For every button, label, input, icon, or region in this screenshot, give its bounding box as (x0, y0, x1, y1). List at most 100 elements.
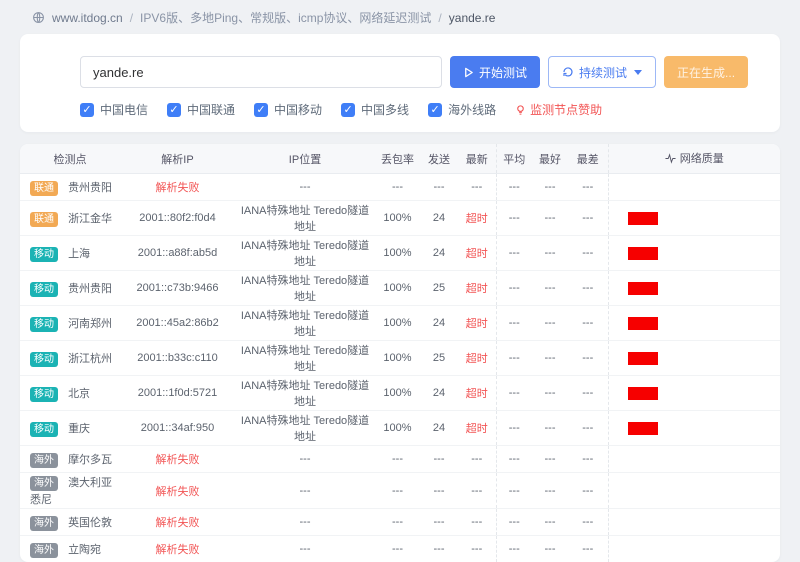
checkbox-checked-icon[interactable]: ✓ (341, 103, 355, 117)
filter-checkbox[interactable]: ✓ 中国电信 (80, 101, 148, 118)
packet-loss: 100% (375, 201, 420, 236)
carrier-badge: 移动 (30, 282, 58, 297)
packet-loss: --- (375, 509, 420, 536)
checkbox-checked-icon[interactable]: ✓ (167, 103, 181, 117)
avg-latency: --- (496, 446, 532, 473)
sent-count: --- (420, 174, 458, 201)
resolved-ip: 解析失败 (120, 473, 235, 509)
filter-checkbox[interactable]: ✓海外线路 (428, 101, 496, 118)
node-location: 立陶宛 (68, 544, 101, 556)
latest-latency: 超时 (458, 411, 496, 446)
avg-latency: --- (496, 411, 532, 446)
node-location: 浙江金华 (68, 213, 112, 225)
filter-label: 中国联通 (187, 101, 235, 118)
carrier-badge: 移动 (30, 352, 58, 367)
breadcrumb: www.itdog.cn / IPV6版、多地Ping、常规版、icmp协议、网… (0, 0, 800, 34)
breadcrumb-site[interactable]: www.itdog.cn (52, 11, 123, 25)
sent-count: --- (420, 473, 458, 509)
table-row: 海外 澳大利亚悉尼 解析失败 --- --- --- --- --- --- -… (20, 473, 780, 509)
sponsor-link[interactable]: 监测节点赞助 (515, 101, 602, 118)
filter-label: 中国电信 (100, 101, 148, 118)
activity-icon (665, 153, 676, 164)
col-header-resolved-ip: 解析IP (120, 144, 235, 174)
sent-count: 24 (420, 201, 458, 236)
carrier-badge: 移动 (30, 247, 58, 262)
network-quality-cell (608, 473, 780, 509)
resolved-ip: 解析失败 (120, 446, 235, 473)
worst-latency: --- (568, 509, 608, 536)
resolved-ip: 2001::34af:950 (120, 411, 235, 446)
quality-bar (628, 247, 658, 260)
node-location: 贵州贵阳 (68, 182, 112, 194)
avg-latency: --- (496, 236, 532, 271)
packet-loss: 100% (375, 341, 420, 376)
sent-count: --- (420, 536, 458, 562)
worst-latency: --- (568, 174, 608, 201)
carrier-badge: 海外 (30, 543, 58, 558)
packet-loss: --- (375, 536, 420, 562)
ip-location: IANA特殊地址 Teredo隧道地址 (235, 411, 375, 446)
col-header-latest: 最新 (458, 144, 496, 174)
breadcrumb-current: yande.re (449, 11, 496, 25)
node-location: 英国伦敦 (68, 517, 112, 529)
carrier-badge: 联通 (30, 212, 58, 227)
target-input[interactable] (80, 56, 442, 88)
avg-latency: --- (496, 473, 532, 509)
continuous-test-label: 持续测试 (579, 64, 627, 81)
latest-latency: --- (458, 473, 496, 509)
sent-count: 24 (420, 411, 458, 446)
packet-loss: --- (375, 174, 420, 201)
ip-location: --- (235, 473, 375, 509)
worst-latency: --- (568, 271, 608, 306)
quality-bar (628, 387, 658, 400)
checkbox-checked-icon[interactable]: ✓ (428, 103, 442, 117)
avg-latency: --- (496, 306, 532, 341)
continuous-test-button[interactable]: 持续测试 (548, 56, 656, 88)
avg-latency: --- (496, 271, 532, 306)
best-latency: --- (532, 174, 568, 201)
avg-latency: --- (496, 341, 532, 376)
resolved-ip: 2001::80f2:f0d4 (120, 201, 235, 236)
best-latency: --- (532, 201, 568, 236)
network-quality-cell (608, 376, 780, 411)
breadcrumb-separator: / (438, 11, 441, 25)
start-test-button[interactable]: 开始测试 (450, 56, 540, 88)
latest-latency: 超时 (458, 306, 496, 341)
ip-location: --- (235, 536, 375, 562)
sent-count: --- (420, 446, 458, 473)
table-row: 海外 立陶宛 解析失败 --- --- --- --- --- --- --- (20, 536, 780, 562)
col-header-worst: 最差 (568, 144, 608, 174)
checkbox-checked-icon[interactable]: ✓ (80, 103, 94, 117)
globe-icon (32, 11, 45, 24)
generating-label: 正在生成... (677, 64, 735, 81)
filter-checkbox[interactable]: ✓ 中国联通 (167, 101, 235, 118)
ip-location: --- (235, 509, 375, 536)
col-header-node: 检测点 (20, 144, 120, 174)
sent-count: 24 (420, 236, 458, 271)
results-table: 检测点 解析IP IP位置 丢包率 发送 最新 平均 最好 最差 网络质量 联通 (20, 144, 780, 562)
play-icon (463, 67, 474, 78)
col-header-avg: 平均 (496, 144, 532, 174)
checkbox-checked-icon[interactable]: ✓ (254, 103, 268, 117)
generating-button[interactable]: 正在生成... (664, 56, 748, 88)
node-location: 河南郑州 (68, 318, 112, 330)
packet-loss: 100% (375, 306, 420, 341)
latest-latency: --- (458, 509, 496, 536)
filter-checkbox[interactable]: ✓中国多线 (341, 101, 409, 118)
worst-latency: --- (568, 376, 608, 411)
network-quality-cell (608, 411, 780, 446)
packet-loss: 100% (375, 271, 420, 306)
latest-latency: --- (458, 174, 496, 201)
col-header-best: 最好 (532, 144, 568, 174)
worst-latency: --- (568, 411, 608, 446)
resolved-ip: 2001::1f0d:5721 (120, 376, 235, 411)
filter-checkbox[interactable]: ✓中国移动 (254, 101, 322, 118)
network-quality-cell (608, 174, 780, 201)
network-quality-cell (608, 236, 780, 271)
carrier-badge: 海外 (30, 453, 58, 468)
sponsor-label: 监测节点赞助 (530, 101, 602, 118)
table-row: 海外 摩尔多瓦 解析失败 --- --- --- --- --- --- --- (20, 446, 780, 473)
node-location: 重庆 (68, 423, 90, 435)
sent-count: 25 (420, 341, 458, 376)
network-quality-cell (608, 271, 780, 306)
